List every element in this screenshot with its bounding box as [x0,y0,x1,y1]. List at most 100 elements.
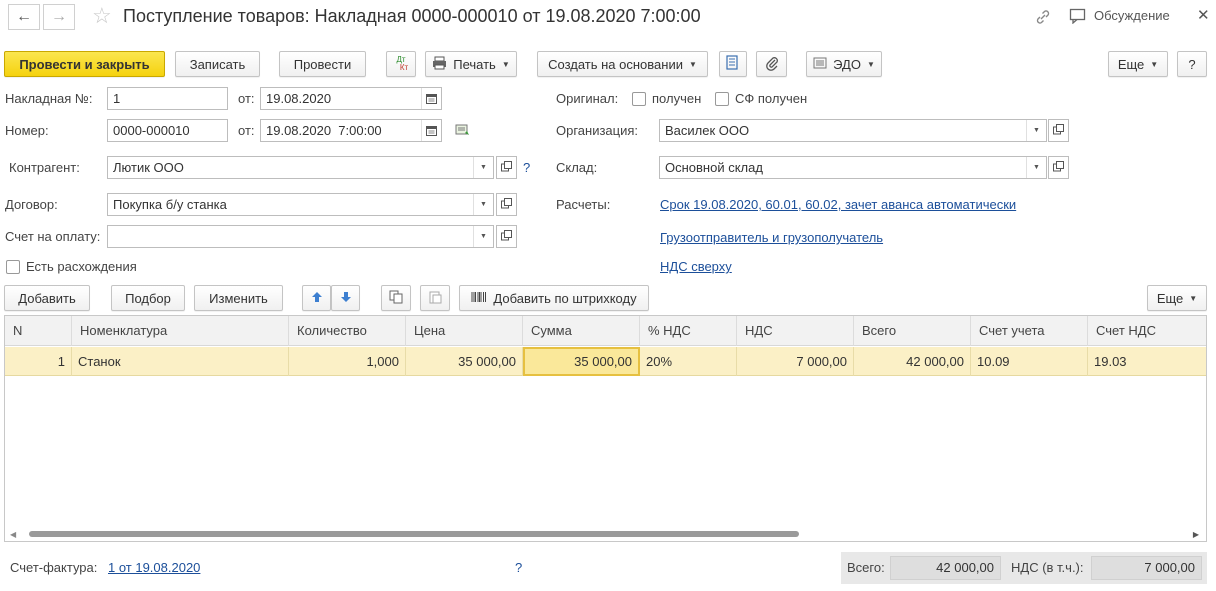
add-row-button[interactable]: Добавить [4,285,90,311]
printer-icon [432,56,447,73]
cell-qty[interactable]: 1,000 [289,347,406,376]
save-button[interactable]: Записать [175,51,260,77]
edo-button[interactable]: ЭДО ▼ [806,51,882,77]
contract-value: Покупка б/у станка [113,197,227,212]
column-header-account[interactable]: Счет учета [971,316,1088,346]
counterparty-help-link[interactable]: ? [523,160,530,175]
warehouse-label: Склад: [556,160,598,175]
number-datetime-field[interactable]: 19.08.2020 7:00:00 [260,119,442,142]
chevron-down-icon[interactable]: ▼ [1026,157,1046,178]
goods-table[interactable]: N Номенклатура Количество Цена Сумма % Н… [4,315,1207,542]
open-counterparty-button[interactable] [496,156,517,179]
column-header-item[interactable]: Номенклатура [72,316,289,346]
table-more-button[interactable]: Еще ▼ [1147,285,1207,311]
horizontal-scrollbar[interactable]: ◀ ▶ [5,527,1206,541]
print-button[interactable]: Печать ▼ [425,51,517,77]
create-based-on-button[interactable]: Создать на основании ▼ [537,51,708,77]
column-header-total[interactable]: Всего [854,316,971,346]
settlements-link[interactable]: Срок 19.08.2020, 60.01, 60.02, зачет ава… [660,197,1016,212]
link-icon[interactable] [1034,8,1052,29]
open-warehouse-button[interactable] [1048,156,1069,179]
vat-total-value: 7 000,00 [1091,556,1202,580]
change-button[interactable]: Изменить [194,285,283,311]
forward-button[interactable]: → [43,4,75,30]
add-by-barcode-button[interactable]: Добавить по штрихкоду [459,285,649,311]
pick-button[interactable]: Подбор [111,285,185,311]
scroll-right-icon[interactable]: ▶ [1193,530,1199,539]
column-header-vat-rate[interactable]: % НДС [640,316,737,346]
open-org-button[interactable] [1048,119,1069,142]
shipper-link[interactable]: Грузоотправитель и грузополучатель [660,230,883,245]
copy-row-button[interactable] [381,285,411,311]
open-icon [501,197,512,212]
contract-field[interactable]: Покупка б/у станка ▼ [107,193,494,216]
warehouse-field[interactable]: Основной склад ▼ [659,156,1047,179]
chevron-down-icon[interactable]: ▼ [473,157,493,178]
comment-icon[interactable] [455,124,471,140]
cell-price[interactable]: 35 000,00 [406,347,523,376]
discussion-icon[interactable] [1069,8,1087,27]
dt-kt-button[interactable]: Дт Кт [386,51,416,77]
counterparty-field[interactable]: Лютик ООО ▼ [107,156,494,179]
move-up-button[interactable] [302,285,331,311]
help-button[interactable]: ? [1177,51,1207,77]
more-label: Еще [1117,56,1145,72]
barcode-icon [471,291,487,306]
received-checkbox[interactable] [632,92,646,106]
invoice-link[interactable]: 1 от 19.08.2020 [108,560,200,575]
post-button[interactable]: Провести [279,51,366,77]
paste-button[interactable] [420,285,450,311]
column-header-sum[interactable]: Сумма [523,316,640,346]
warehouse-value: Основной склад [665,160,763,175]
column-header-qty[interactable]: Количество [289,316,406,346]
back-button[interactable]: ← [8,4,40,30]
move-down-button[interactable] [331,285,360,311]
arrow-left-icon: ← [16,8,32,25]
cell-sum[interactable]: 35 000,00 [523,347,640,376]
chevron-down-icon[interactable]: ▼ [1026,120,1046,141]
discussion-link[interactable]: Обсуждение [1094,8,1170,23]
favorite-star-icon[interactable]: ☆ [92,5,112,27]
invoice-label: Счет-фактура: [10,560,98,575]
close-icon[interactable]: ✕ [1197,6,1210,24]
cell-n[interactable]: 1 [5,347,72,376]
number-field[interactable]: 0000-000010 [107,119,228,142]
cell-vat-account[interactable]: 19.03 [1088,347,1206,376]
chevron-down-icon: ▼ [1150,59,1159,69]
scrollbar-thumb[interactable] [29,531,799,537]
table-more-label: Еще [1156,290,1184,306]
structure-button[interactable] [719,51,747,77]
calendar-icon[interactable] [421,88,441,109]
footer-help-link[interactable]: ? [515,560,522,575]
open-payment-account-button[interactable] [496,225,517,248]
discrepancies-checkbox[interactable] [6,260,20,274]
chevron-down-icon[interactable]: ▼ [473,226,493,247]
attach-button[interactable] [756,51,787,77]
cell-vat[interactable]: 7 000,00 [737,347,854,376]
payment-account-field[interactable]: ▼ [107,225,494,248]
post-and-close-button[interactable]: Провести и закрыть [4,51,165,77]
vat-on-top-link[interactable]: НДС сверху [660,259,732,274]
original-label: Оригинал: [556,91,619,106]
column-header-vat[interactable]: НДС [737,316,854,346]
column-header-vat-account[interactable]: Счет НДС [1088,316,1206,346]
invoice-no-field[interactable]: 1 [107,87,228,110]
cell-total[interactable]: 42 000,00 [854,347,971,376]
chevron-down-icon[interactable]: ▼ [473,194,493,215]
cell-vat-rate[interactable]: 20% [640,347,737,376]
calendar-icon[interactable] [421,120,441,141]
sf-received-checkbox[interactable] [715,92,729,106]
cell-item[interactable]: Станок [72,347,289,376]
column-header-n[interactable]: N [5,316,72,346]
add-by-barcode-label: Добавить по штрихкоду [493,290,637,306]
more-button[interactable]: Еще ▼ [1108,51,1168,77]
column-header-price[interactable]: Цена [406,316,523,346]
scroll-left-icon[interactable]: ◀ [10,530,16,539]
sf-received-label: СФ получен [735,91,808,106]
org-field[interactable]: Василек ООО ▼ [659,119,1047,142]
contract-label: Договор: [5,197,58,212]
invoice-date-field[interactable]: 19.08.2020 [260,87,442,110]
table-row[interactable]: 1 Станок 1,000 35 000,00 35 000,00 20% 7… [5,347,1206,376]
cell-account[interactable]: 10.09 [971,347,1088,376]
open-contract-button[interactable] [496,193,517,216]
